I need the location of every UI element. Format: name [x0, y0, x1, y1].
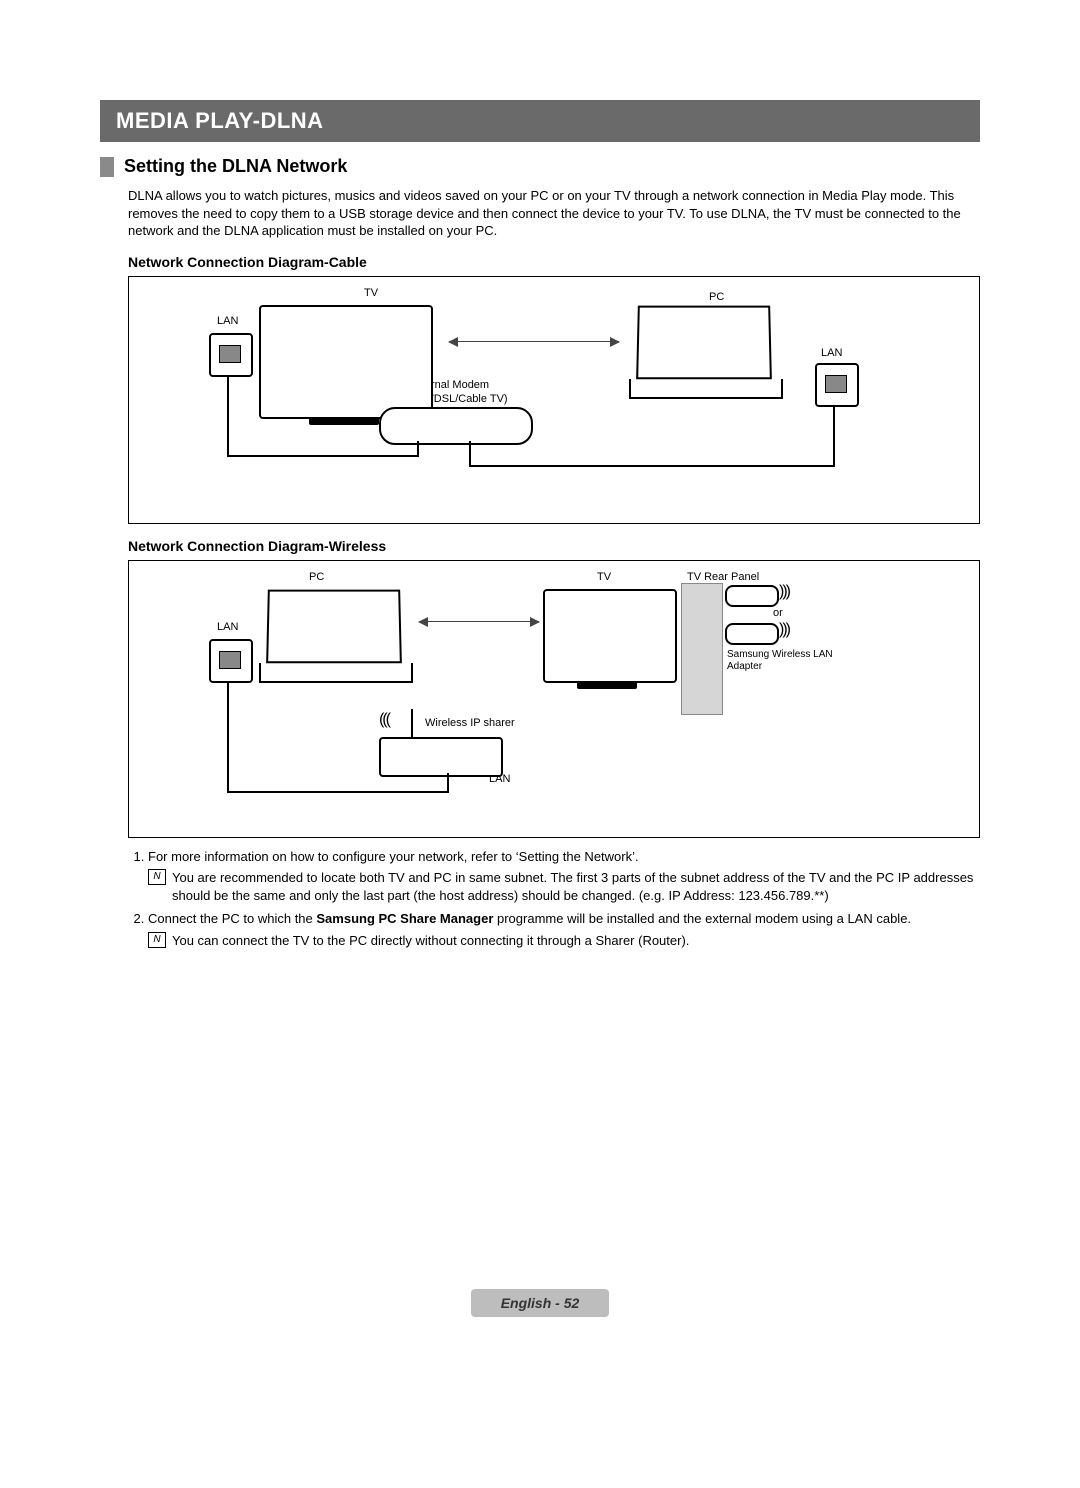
instruction-2-text-c: programme will be installed and the exte… — [493, 911, 911, 926]
cable-icon — [227, 681, 229, 791]
section-intro: DLNA allows you to watch pictures, music… — [128, 187, 980, 240]
label-lan-left: LAN — [217, 315, 238, 327]
usb-dongle-icon — [725, 585, 779, 607]
note-2-text: You can connect the TV to the PC directl… — [172, 932, 689, 950]
title-bar: MEDIA PLAY-DLNA — [100, 100, 980, 142]
diagram-wireless: PC TV TV Rear Panel LAN or Samsung Wirel… — [128, 560, 980, 838]
double-arrow-icon — [449, 341, 619, 342]
antenna-icon — [411, 709, 413, 739]
modem-icon — [379, 407, 533, 445]
label-wireless-sharer: Wireless IP sharer — [425, 717, 515, 729]
instruction-item-1: For more information on how to configure… — [148, 848, 980, 905]
cable-icon — [469, 465, 835, 467]
instruction-1-text: For more information on how to configure… — [148, 849, 639, 864]
label-or: or — [773, 607, 783, 619]
note-icon: N — [148, 869, 166, 885]
wifi-signal-icon: ))) — [779, 583, 789, 601]
lan-port-icon — [815, 363, 859, 407]
tv-stand-icon — [577, 681, 637, 689]
label-lan: LAN — [217, 621, 238, 633]
cable-icon — [833, 405, 835, 465]
wifi-signal-icon: ))) — [381, 711, 391, 729]
label-adapter-2: Adapter — [727, 661, 762, 672]
cable-icon — [447, 773, 449, 793]
section-heading: Setting the DLNA Network — [100, 156, 980, 177]
note-row: N You can connect the TV to the PC direc… — [148, 932, 980, 950]
section-marker-icon — [100, 157, 114, 177]
footer-page-label: English - 52 — [471, 1289, 610, 1317]
instruction-item-2: Connect the PC to which the Samsung PC S… — [148, 910, 980, 949]
note-row: N You are recommended to locate both TV … — [148, 869, 980, 904]
laptop-icon — [259, 589, 409, 679]
diagram1-heading: Network Connection Diagram-Cable — [128, 254, 980, 270]
diagram-cable: TV PC LAN LAN External Modem (ADSL/VDSL/… — [128, 276, 980, 524]
page-footer: English - 52 — [100, 1289, 980, 1317]
tv-stand-icon — [309, 417, 379, 425]
note-1-text: You are recommended to locate both TV an… — [172, 869, 980, 904]
label-pc: PC — [709, 291, 724, 303]
tv-rear-panel-icon — [681, 583, 723, 715]
instruction-2-bold: Samsung PC Share Manager — [316, 911, 493, 926]
section-title: Setting the DLNA Network — [124, 156, 347, 177]
note-icon: N — [148, 932, 166, 948]
lan-port-icon — [209, 333, 253, 377]
wifi-signal-icon: ))) — [779, 621, 789, 639]
label-pc: PC — [309, 571, 324, 583]
usb-dongle-icon — [725, 623, 779, 645]
label-adapter-1: Samsung Wireless LAN — [727, 649, 833, 660]
label-tv: TV — [364, 287, 378, 299]
cable-icon — [227, 791, 447, 793]
cable-icon — [227, 375, 229, 455]
label-lan-right: LAN — [821, 347, 842, 359]
diagram2-heading: Network Connection Diagram-Wireless — [128, 538, 980, 554]
tv-icon — [543, 589, 677, 683]
cable-icon — [417, 441, 419, 457]
laptop-icon — [629, 305, 779, 395]
router-icon — [379, 737, 503, 777]
label-rear-panel: TV Rear Panel — [687, 571, 759, 583]
tv-icon — [259, 305, 433, 419]
cable-icon — [469, 441, 471, 467]
double-arrow-icon — [419, 621, 539, 622]
instruction-list: For more information on how to configure… — [128, 848, 980, 950]
lan-port-icon — [209, 639, 253, 683]
cable-icon — [227, 455, 417, 457]
instruction-2-text-a: Connect the PC to which the — [148, 911, 316, 926]
label-tv: TV — [597, 571, 611, 583]
